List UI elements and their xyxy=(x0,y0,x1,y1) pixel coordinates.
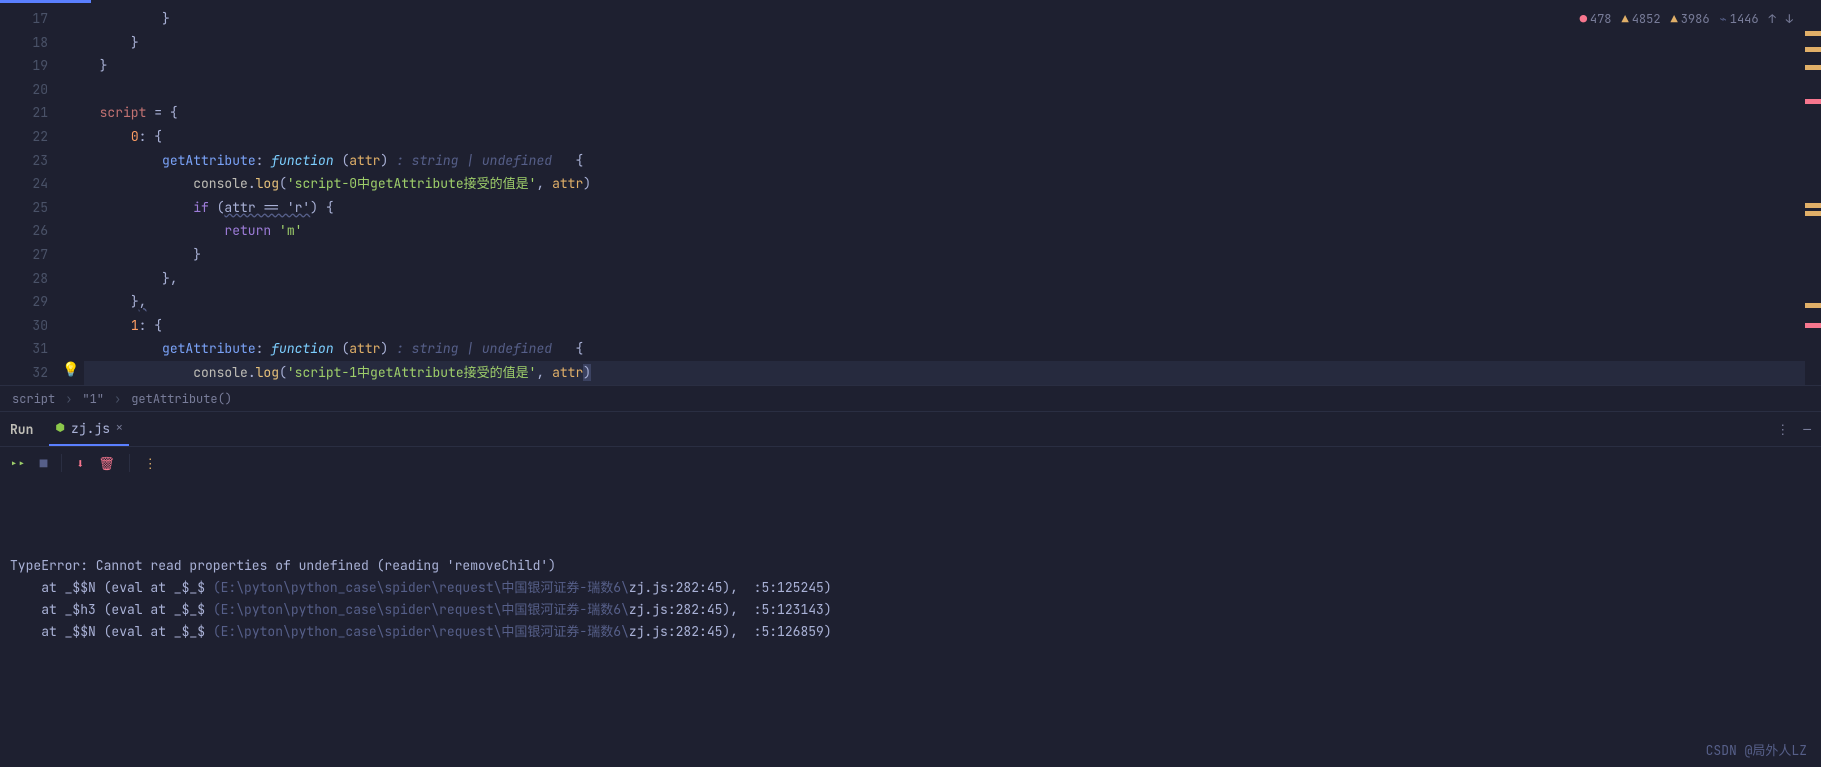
watermark: CSDN @局外人LZ xyxy=(1706,740,1807,759)
typo-icon: ⌁ xyxy=(1720,11,1727,27)
code-line[interactable]: } xyxy=(84,7,1805,31)
run-panel-header: Run ⬢ zj.js ✕ ⋮ — xyxy=(0,411,1821,447)
weak-count[interactable]: ▲3986 xyxy=(1671,11,1710,27)
intention-bulb-icon[interactable]: 💡 xyxy=(62,361,79,379)
nodejs-icon: ⬢ xyxy=(55,421,65,435)
code-line[interactable]: getAttribute: function (attr) : string |… xyxy=(84,149,1805,173)
run-tab-label: zj.js xyxy=(71,420,110,437)
breadcrumb[interactable]: script›"1"›getAttribute() xyxy=(0,385,1821,411)
scroll-down-icon[interactable]: ⬇ xyxy=(76,455,84,472)
trash-icon[interactable]: 🗑 xyxy=(98,455,115,472)
breadcrumb-item[interactable]: script xyxy=(12,391,55,407)
bulb-column: 💡 xyxy=(62,3,84,385)
next-problem-icon[interactable]: ↓ xyxy=(1786,11,1793,27)
warning-icon: ▲ xyxy=(1622,11,1629,27)
warning-icon: ▲ xyxy=(1671,11,1678,27)
breadcrumb-item[interactable]: getAttribute() xyxy=(131,391,232,407)
code-line[interactable]: } xyxy=(84,31,1805,55)
code-line[interactable]: 1: { xyxy=(84,314,1805,338)
code-line[interactable]: if (attr == 'r') { xyxy=(84,196,1805,220)
rerun-icon[interactable]: ▸▸ xyxy=(10,455,26,472)
typos-count[interactable]: ⌁1446 xyxy=(1720,11,1759,27)
problems-bar[interactable]: ●478 ▲4852 ▲3986 ⌁1446 ↑ ↓ xyxy=(1580,11,1793,27)
errors-count[interactable]: ●478 xyxy=(1580,11,1612,27)
code-line[interactable]: }, xyxy=(84,267,1805,291)
code-content[interactable]: } } } script = { 0: { getAttribute: func… xyxy=(84,3,1805,385)
code-line[interactable]: console.log('script-0中getAttribute接受的值是'… xyxy=(84,172,1805,196)
minimize-icon[interactable]: — xyxy=(1803,421,1811,438)
close-icon[interactable]: ✕ xyxy=(116,421,123,435)
minimap[interactable] xyxy=(1805,3,1821,385)
prev-problem-icon[interactable]: ↑ xyxy=(1769,11,1776,27)
more-icon[interactable]: ⋮ xyxy=(144,455,157,472)
code-line[interactable]: 0: { xyxy=(84,125,1805,149)
code-line[interactable]: } xyxy=(84,243,1805,267)
menu-icon[interactable]: ⋮ xyxy=(1776,421,1789,438)
run-title: Run xyxy=(10,421,33,438)
code-editor[interactable]: 17181920212223242526272829303132 💡 } } }… xyxy=(0,3,1821,385)
code-line[interactable] xyxy=(84,78,1805,102)
console-output[interactable]: TypeError: Cannot read properties of und… xyxy=(0,479,1821,729)
code-line[interactable]: } xyxy=(84,54,1805,78)
breadcrumb-item[interactable]: "1" xyxy=(82,391,104,407)
code-line[interactable]: return 'm' xyxy=(84,219,1805,243)
code-line[interactable]: console.log('script-1中getAttribute接受的值是'… xyxy=(84,361,1805,385)
stop-icon[interactable]: ■ xyxy=(40,455,48,472)
run-toolbar: ▸▸ ■ ⬇ 🗑 ⋮ xyxy=(0,447,1821,479)
code-line[interactable]: script = { xyxy=(84,101,1805,125)
code-line[interactable]: getAttribute: function (attr) : string |… xyxy=(84,337,1805,361)
warnings-count[interactable]: ▲4852 xyxy=(1622,11,1661,27)
run-tab[interactable]: ⬢ zj.js ✕ xyxy=(49,412,128,446)
error-icon: ● xyxy=(1580,11,1587,27)
line-gutter: 17181920212223242526272829303132 xyxy=(0,3,62,385)
code-line[interactable]: }, xyxy=(84,290,1805,314)
